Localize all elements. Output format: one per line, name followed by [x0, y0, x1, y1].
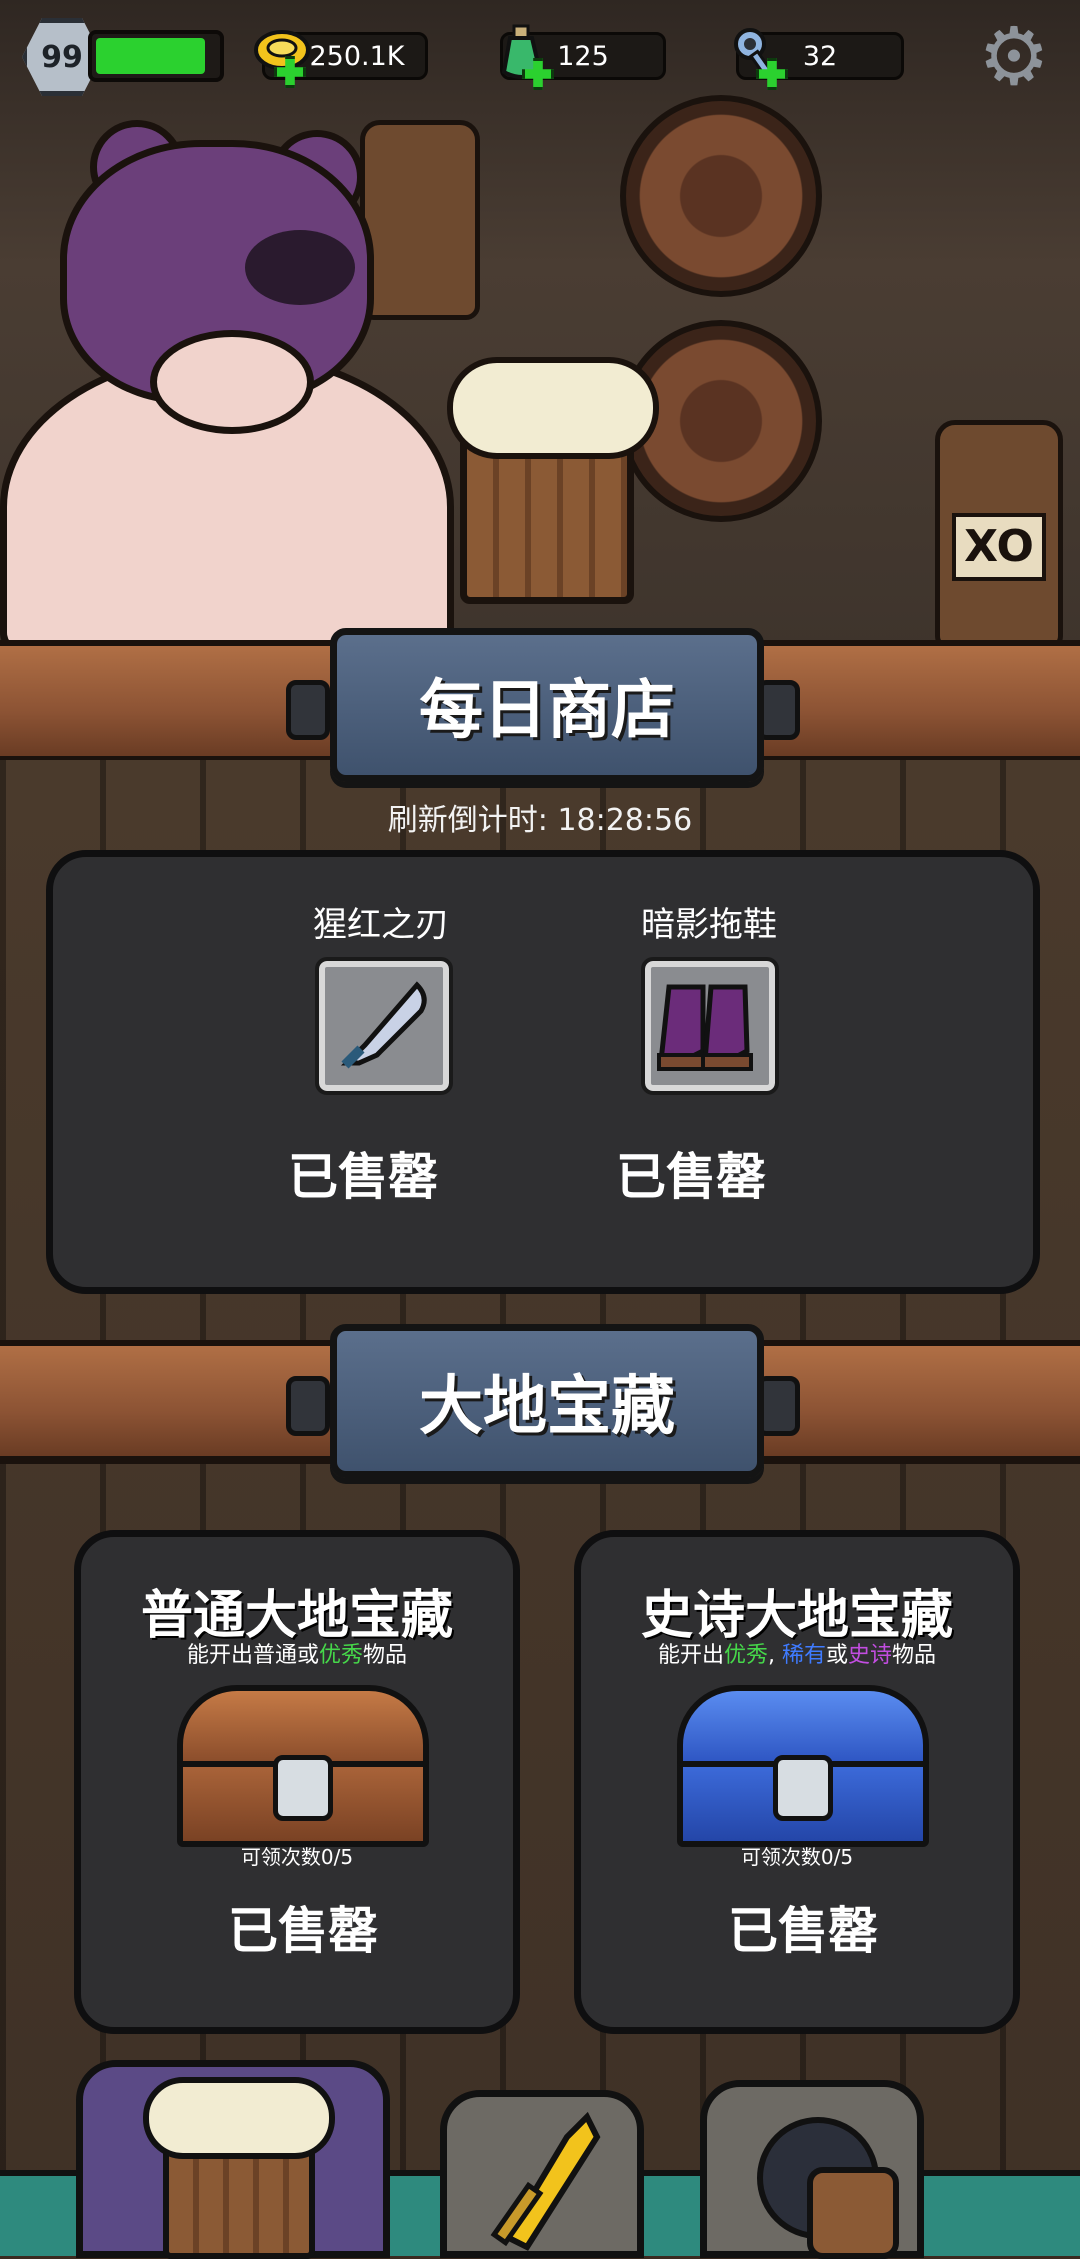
gold-coin-icon — [252, 22, 314, 88]
boots-icon[interactable] — [641, 957, 779, 1095]
level-value: 99 — [41, 39, 83, 75]
tavern-tab-icon[interactable] — [76, 2060, 390, 2259]
desc-text: 物品 — [892, 1643, 937, 1668]
backpack-icon — [807, 2167, 899, 2259]
lock-icon — [773, 1755, 833, 1821]
sold-out-label: 已售罄 — [728, 1902, 878, 1960]
top-bar: 99 250.1K 125 32 ⚙ — [0, 0, 1080, 110]
key-icon — [726, 22, 788, 90]
weapon-tab-icon[interactable] — [440, 2090, 644, 2258]
character-tab-icon[interactable] — [700, 2080, 924, 2259]
desc-text: 能开出 — [657, 1643, 724, 1668]
sold-out-label: 已售罄 — [616, 1148, 766, 1206]
beer-foam-icon — [143, 2077, 335, 2159]
sold-out-label: 已售罄 — [288, 1148, 438, 1206]
shop-item-name: 猩红之刃 — [313, 905, 449, 945]
bear-shopkeeper — [0, 120, 480, 664]
earth-treasure-title: 大地宝藏 — [330, 1324, 764, 1478]
desc-text: 或 — [826, 1643, 849, 1668]
chest-description: 能开出优秀, 稀有或史诗物品 — [587, 1637, 1007, 1669]
chest-description: 能开出普通或优秀物品 — [87, 1637, 507, 1669]
claim-count: 可领次数0/5 — [240, 1845, 354, 1869]
potion-value: 125 — [557, 40, 609, 72]
wooden-chest-icon — [177, 1685, 429, 1847]
potion-icon — [492, 22, 554, 90]
barrel-top — [620, 95, 822, 297]
gold-value: 250.1K — [309, 40, 405, 72]
shop-item-name: 暗影拖鞋 — [641, 905, 777, 945]
beer-mug — [447, 357, 659, 604]
claim-count: 可领次数0/5 — [740, 1845, 854, 1869]
bottom-nav — [0, 2060, 1080, 2259]
xo-label: XO — [952, 513, 1046, 581]
epic-chest-panel[interactable]: 史诗大地宝藏 能开出优秀, 稀有或史诗物品 可领次数0/5 已售罄 — [574, 1530, 1020, 2034]
golden-sword-icon — [490, 2111, 601, 2251]
rarity-good-text: 优秀 — [318, 1643, 363, 1668]
bear-muzzle — [150, 330, 314, 434]
refresh-countdown: 刷新倒计时: 18:28:56 — [387, 803, 693, 838]
level-progress-fill — [96, 38, 205, 74]
earth-treasure-title-text: 大地宝藏 — [419, 1370, 675, 1444]
bear-snout — [245, 230, 355, 305]
common-chest-panel[interactable]: 普通大地宝藏 能开出普通或优秀物品 可领次数0/5 已售罄 — [74, 1530, 520, 2034]
desc-text: , — [767, 1643, 782, 1668]
lock-icon — [273, 1755, 333, 1821]
blue-chest-icon — [677, 1685, 929, 1847]
sold-out-label: 已售罄 — [228, 1902, 378, 1960]
bottle-xo: XO — [935, 420, 1063, 650]
desc-text: 物品 — [363, 1643, 408, 1668]
daily-shop-title: 每日商店 — [330, 628, 764, 782]
rarity-rare-text: 稀有 — [781, 1643, 826, 1668]
beer-foam — [447, 357, 659, 459]
sign-bolt-left — [286, 1376, 330, 1436]
rarity-epic-text: 史诗 — [848, 1643, 893, 1668]
gear-icon[interactable]: ⚙ — [972, 10, 1056, 103]
level-progress-bar — [88, 30, 224, 82]
key-value: 32 — [802, 40, 838, 72]
blade-icon[interactable] — [315, 957, 453, 1095]
daily-shop-panel: 猩红之刃 已售罄 暗影拖鞋 已售罄 — [46, 850, 1040, 1294]
daily-shop-title-text: 每日商店 — [419, 674, 675, 748]
sign-bolt-left — [286, 680, 330, 740]
desc-text: 能开出普通或 — [186, 1643, 319, 1668]
rarity-good-text: 优秀 — [723, 1643, 768, 1668]
